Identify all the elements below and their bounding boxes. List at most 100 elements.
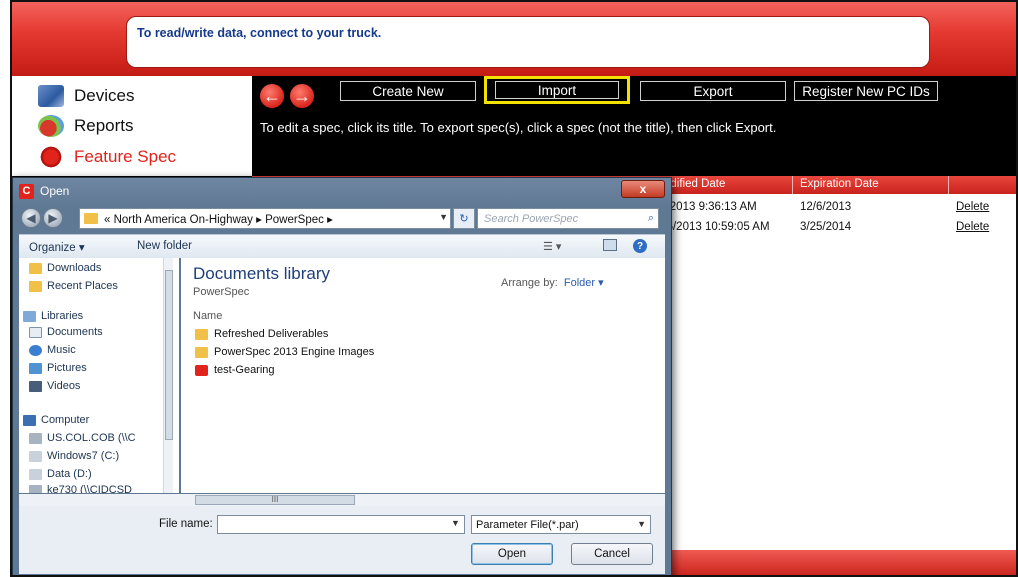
delete-link[interactable]: Delete [956,221,989,233]
file-label: test-Gearing [214,364,275,376]
nav-item-label: Data (D:) [47,468,92,480]
view-options-icon[interactable]: ☰ ▾ [543,240,561,253]
column-expiration-date[interactable]: Expiration Date [800,178,879,190]
library-title: Documents library [193,264,330,283]
menu-item-feature-spec[interactable]: Feature Spec [38,143,176,171]
menu-item-devices[interactable]: Devices [38,82,134,110]
nav-item-windows7[interactable]: Windows7 (C:) [29,448,119,464]
nav-item-libraries[interactable]: Libraries [23,308,83,324]
column-name[interactable]: Name [193,310,222,322]
column-divider [792,176,793,194]
preview-pane-icon[interactable] [603,239,617,251]
nav-item-recent-places[interactable]: Recent Places [29,278,118,294]
create-new-button[interactable]: Create New [340,81,476,101]
search-icon[interactable]: ⌕ [648,212,654,225]
music-icon [29,344,42,356]
close-button[interactable]: x [621,180,665,198]
nav-item-label: Windows7 (C:) [47,450,120,462]
horizontal-scrollbar[interactable]: III [19,494,665,506]
file-type-value: Parameter File(*.par) [476,518,579,531]
nav-item-network-drive[interactable]: US.COL.COB (\\C [29,430,136,446]
toolbar: ← → Create New Import Export Register Ne… [252,76,1016,176]
command-bar: Organize ▾ New folder ☰ ▾ ? [19,234,665,258]
back-icon[interactable]: ◀ [21,208,41,228]
nav-item-music[interactable]: Music [29,342,76,358]
nav-item-label: Computer [41,414,90,426]
document-icon [29,326,42,338]
open-button[interactable]: Open [471,543,553,565]
import-button-label: Import [495,81,619,99]
horizontal-scrollbar-thumb[interactable]: III [195,495,355,505]
status-message: To read/write data, connect to your truc… [137,26,382,40]
import-button[interactable]: Import [484,76,630,104]
cancel-button[interactable]: Cancel [571,543,653,565]
left-menu: Devices Reports Feature Spec [12,76,252,176]
nav-item-label: Downloads [47,262,102,274]
chevron-down-icon[interactable]: ▼ [451,518,460,528]
nav-scrollbar-thumb[interactable] [165,270,173,440]
nav-item-pictures[interactable]: Pictures [29,360,87,376]
picture-icon [29,362,42,374]
nav-item-label: Documents [47,326,103,338]
computer-icon [23,414,36,426]
nav-item-documents[interactable]: Documents [29,324,103,340]
folder-icon [84,213,98,224]
search-placeholder: Search PowerSpec [484,212,579,225]
address-bar[interactable]: « North America On-Highway ▸ PowerSpec ▸… [79,208,451,229]
library-icon [23,310,36,322]
app-file-icon [195,364,208,376]
nav-item-ke730[interactable]: ke730 (\\CIDCSD [29,482,132,493]
feature-spec-icon [38,146,64,168]
register-pc-ids-button[interactable]: Register New PC IDs [794,81,938,101]
menu-item-reports[interactable]: Reports [38,112,134,140]
library-subtitle: PowerSpec [193,286,250,298]
forward-icon[interactable]: ▶ [43,208,63,228]
help-icon[interactable]: ? [633,239,647,253]
forward-arrow-icon[interactable]: → [290,84,314,108]
column-modified-date[interactable]: odified Date [664,178,725,190]
nav-item-videos[interactable]: Videos [29,378,80,394]
nav-item-downloads[interactable]: Downloads [29,260,101,276]
nav-item-label: Pictures [47,362,87,374]
folder-icon [29,262,42,274]
list-item[interactable]: test-Gearing [195,362,275,378]
chevron-down-icon[interactable]: ▼ [637,519,646,529]
cell-modified-date: /25/2013 10:59:05 AM [657,221,770,233]
search-input[interactable]: Search PowerSpec ⌕ [477,208,659,229]
file-label: PowerSpec 2013 Engine Images [214,346,375,358]
nav-scrollbar[interactable] [163,258,173,493]
delete-link[interactable]: Delete [956,201,989,213]
network-drive-icon [29,484,42,493]
folder-icon [195,346,208,358]
reports-icon [38,115,64,137]
nav-item-data[interactable]: Data (D:) [29,466,92,482]
content-pane: Documents library PowerSpec Arrange by: F… [181,258,665,493]
nav-item-computer[interactable]: Computer [23,412,89,428]
arrange-by[interactable]: Arrange by: Folder ▾ [501,276,604,289]
dialog-title: Open [40,184,70,198]
new-folder-button[interactable]: New folder [137,240,192,252]
navigation-pane: Downloads Recent Places Libraries Docume… [19,258,179,493]
chevron-down-icon[interactable]: ▼ [439,212,448,222]
refresh-button[interactable]: ↻ [453,208,475,229]
back-arrow-icon[interactable]: ← [260,84,284,108]
arrange-by-value[interactable]: Folder ▾ [564,277,604,289]
list-item[interactable]: PowerSpec 2013 Engine Images [195,344,374,360]
nav-item-label: Recent Places [47,280,118,292]
cell-expiration-date: 12/6/2013 [800,201,852,213]
list-item[interactable]: Refreshed Deliverables [195,326,328,342]
organize-button[interactable]: Organize ▾ [29,240,85,254]
menu-item-reports-label: Reports [74,116,134,135]
network-drive-icon [29,432,42,444]
app-window: To read/write data, connect to your truc… [10,0,1018,577]
export-button[interactable]: Export [640,81,786,101]
dialog-footer: File name: ▼ Parameter File(*.par) ▼ Ope… [19,506,665,574]
nav-item-label: Videos [47,380,81,392]
address-path: « North America On-Highway ▸ PowerSpec ▸ [104,213,333,226]
menu-item-devices-label: Devices [74,86,135,105]
address-row: ◀ ▶ « North America On-Highway ▸ PowerSp… [19,206,665,230]
file-name-input[interactable] [217,515,465,534]
nav-item-label: Music [47,344,76,356]
dialog-title-bar[interactable]: C Open [19,182,69,200]
file-type-select[interactable]: Parameter File(*.par) ▼ [471,515,651,534]
